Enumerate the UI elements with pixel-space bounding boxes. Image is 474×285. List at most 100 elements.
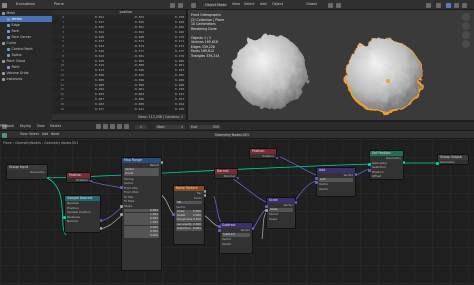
position-z-cell: 0.158 <box>174 15 184 20</box>
node-group-input[interactable]: Group Input Geometry <box>6 164 48 180</box>
node-socket[interactable] <box>265 209 268 212</box>
node-socket[interactable] <box>354 173 358 176</box>
node-socket[interactable] <box>368 169 371 172</box>
distortion-field[interactable]: Distortion 0.000 <box>176 226 202 231</box>
node-set-position[interactable]: Set Position Geometry Geometry Selection… <box>369 150 404 180</box>
operation-dropdown[interactable]: Scale <box>269 207 293 212</box>
viewport-menu-select[interactable]: Select <box>244 2 254 6</box>
render-shading-icon[interactable] <box>462 2 467 8</box>
node-noise-texture[interactable]: Noise Texture Fac Color 3D Vector Scale 5… <box>173 185 205 245</box>
end-frame-field[interactable]: End 250 <box>188 123 222 130</box>
node-socket[interactable] <box>402 161 406 164</box>
filter-icon[interactable] <box>170 2 175 8</box>
tree-item[interactable]: Instances <box>0 76 52 82</box>
viewport-menu-add[interactable]: Add <box>260 2 267 6</box>
map-range-interp-dropdown[interactable]: Linear <box>124 171 159 177</box>
node-socket[interactable] <box>172 213 175 216</box>
node-socket[interactable] <box>46 176 50 180</box>
noise-dimension-dropdown[interactable]: 3D <box>176 200 202 205</box>
material-shading-icon[interactable] <box>454 2 459 8</box>
node-tree-selector[interactable]: Geometry Nodes.001 <box>212 132 252 138</box>
node-socket[interactable] <box>120 186 123 189</box>
node-socket[interactable] <box>160 161 164 164</box>
jump-end-icon[interactable] <box>124 124 129 129</box>
spreadsheet-view-label[interactable]: Evaluation <box>16 2 35 7</box>
node-subtract[interactable]: Subtract Vector Subtract Vector Vector <box>219 222 253 254</box>
sculpted-object-left[interactable] <box>233 35 307 109</box>
filter-toggle-icon[interactable] <box>178 2 183 8</box>
marker-menu[interactable]: Marker <box>50 124 61 128</box>
node-socket[interactable] <box>368 163 371 166</box>
node-socket[interactable] <box>315 177 318 180</box>
node-socket[interactable] <box>99 227 103 230</box>
point-icon <box>7 65 10 69</box>
node-editor-icon[interactable] <box>2 132 7 138</box>
3d-viewport[interactable]: Front Orthographic (2) Collection | Plane… <box>188 10 474 120</box>
node-socket[interactable] <box>203 194 207 197</box>
jump-start-icon[interactable] <box>96 124 101 129</box>
camera-icon[interactable] <box>462 31 470 39</box>
node-socket[interactable] <box>99 219 103 222</box>
transform-orientation[interactable]: Global <box>306 2 317 6</box>
node-socket[interactable] <box>63 216 66 219</box>
node-socket[interactable] <box>436 162 439 165</box>
grid-icon[interactable] <box>462 40 470 48</box>
next-key-icon[interactable] <box>117 124 122 129</box>
node-socket[interactable] <box>251 227 255 230</box>
node-socket[interactable] <box>275 156 279 160</box>
zoom-icon[interactable] <box>462 13 470 21</box>
overlay-icon[interactable] <box>426 2 431 8</box>
node-socket[interactable] <box>120 205 123 208</box>
sculpted-object-right-selected[interactable] <box>345 39 423 113</box>
node-sample-nearest[interactable]: Sample Nearest Nearest Position Sample P… <box>64 195 101 233</box>
node-socket[interactable] <box>218 229 221 232</box>
node-socket[interactable] <box>265 205 268 208</box>
viewport-menu-view[interactable]: View <box>232 2 240 6</box>
node-scale[interactable]: Scale Vector Scale Vector Scale <box>266 197 296 229</box>
node-socket[interactable] <box>89 179 93 183</box>
playback-menu[interactable]: Playback <box>0 124 14 128</box>
node-menu-select[interactable]: Select <box>29 132 39 136</box>
spreadsheet-object-label[interactable]: Plane <box>54 2 64 7</box>
tree-item-label: Edge <box>11 23 20 27</box>
position-column-header[interactable]: position <box>66 10 186 15</box>
navigation-gizmo[interactable] <box>461 13 471 49</box>
pan-hand-icon[interactable] <box>462 22 470 30</box>
node-socket[interactable] <box>236 176 240 180</box>
object-mode-dropdown[interactable]: Object Mode <box>202 2 230 8</box>
xray-icon[interactable] <box>436 2 441 8</box>
snap-icon[interactable] <box>328 2 333 8</box>
node-editor-canvas[interactable]: Plane › GeometryNodes › Geometry Nodes.0… <box>0 139 474 285</box>
value-field[interactable]: 0.000 <box>124 234 159 239</box>
prev-key-icon[interactable] <box>103 124 108 129</box>
keying-menu[interactable]: Keying <box>20 124 31 128</box>
proportional-icon[interactable] <box>336 2 341 8</box>
solid-shading-icon[interactable] <box>446 2 451 8</box>
view-menu[interactable]: View <box>37 124 45 128</box>
operation-dropdown[interactable]: Add <box>319 177 353 182</box>
current-frame-field[interactable]: 1 <box>134 123 148 130</box>
position-y-cell: -0.568 <box>133 34 144 39</box>
node-menu-add[interactable]: Add <box>42 132 48 136</box>
node-socket[interactable] <box>294 201 298 204</box>
node-menu-view[interactable]: View <box>20 132 28 136</box>
node-menu-node[interactable]: Node <box>51 132 59 136</box>
node-position[interactable]: Position Position <box>66 172 91 183</box>
row-index: 19 <box>60 106 64 111</box>
start-frame-field[interactable]: Start 1 <box>154 123 186 130</box>
position-z-cell: 0.175 <box>174 48 184 53</box>
play-icon[interactable] <box>110 124 115 129</box>
editor-type-icon[interactable] <box>2 2 7 8</box>
node-position[interactable]: Position Position <box>249 148 277 159</box>
node-socket[interactable] <box>120 213 123 216</box>
node-group-output[interactable]: Group Output Geometry <box>437 154 469 165</box>
node-socket[interactable] <box>218 225 221 228</box>
node-add[interactable]: Add Vector Add Vector Vector <box>316 167 356 197</box>
operation-dropdown[interactable]: Subtract <box>222 232 250 237</box>
node-normal[interactable]: Normal Normal <box>214 168 238 179</box>
viewport-menu-object[interactable]: Object <box>272 2 283 6</box>
node-map-range[interactable]: Map Range Result Vector Linear Clamp Vec… <box>121 157 162 271</box>
editor-type-icon[interactable] <box>191 2 196 8</box>
node-socket[interactable] <box>315 181 318 184</box>
node-socket[interactable] <box>203 190 207 193</box>
